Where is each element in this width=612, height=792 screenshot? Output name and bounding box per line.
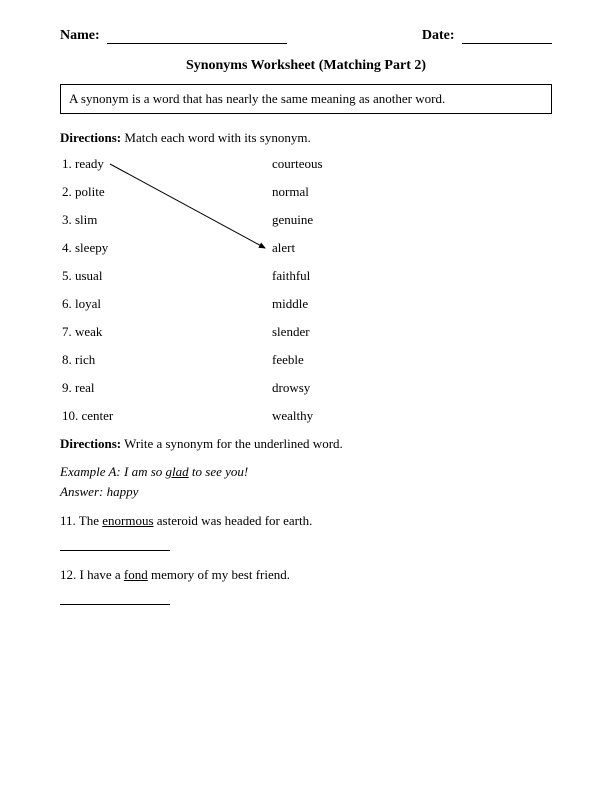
match-row: 5. usualfaithful	[60, 268, 552, 284]
header-row: Name: Date:	[60, 28, 552, 44]
date-input-line[interactable]	[462, 43, 552, 44]
date-label: Date:	[422, 28, 455, 43]
directions-2: Directions: Write a synonym for the unde…	[60, 436, 552, 452]
match-left: 3. slim	[62, 212, 272, 228]
match-right: courteous	[272, 156, 323, 172]
question-12: 12. I have a fond memory of my best frie…	[60, 567, 552, 583]
answer-line-11[interactable]	[60, 537, 170, 551]
q12-post: memory of my best friend.	[148, 567, 290, 582]
directions-1-label: Directions:	[60, 130, 121, 145]
directions-1-text: Match each word with its synonym.	[121, 130, 311, 145]
example-answer: Answer: happy	[60, 482, 552, 502]
match-left: 5. usual	[62, 268, 272, 284]
answer-line-12[interactable]	[60, 591, 170, 605]
q12-pre: 12. I have a	[60, 567, 124, 582]
match-row: 1. readycourteous	[60, 156, 552, 172]
match-left: 4. sleepy	[62, 240, 272, 256]
name-label: Name:	[60, 28, 100, 43]
example-line-1: Example A: I am so glad to see you!	[60, 462, 552, 482]
match-row: 9. realdrowsy	[60, 380, 552, 396]
example-block: Example A: I am so glad to see you! Answ…	[60, 462, 552, 501]
worksheet-title: Synonyms Worksheet (Matching Part 2)	[60, 58, 552, 74]
match-left: 6. loyal	[62, 296, 272, 312]
match-right: alert	[272, 240, 295, 256]
match-right: drowsy	[272, 380, 310, 396]
directions-1: Directions: Match each word with its syn…	[60, 130, 552, 146]
match-right: slender	[272, 324, 310, 340]
match-row: 6. loyalmiddle	[60, 296, 552, 312]
match-row: 7. weakslender	[60, 324, 552, 340]
example-pre: Example A: I am so	[60, 464, 166, 479]
match-row: 8. richfeeble	[60, 352, 552, 368]
q11-post: asteroid was headed for earth.	[154, 513, 313, 528]
match-row: 4. sleepyalert	[60, 240, 552, 256]
match-row: 3. slimgenuine	[60, 212, 552, 228]
definition-box: A synonym is a word that has nearly the …	[60, 84, 552, 114]
match-right: faithful	[272, 268, 310, 284]
match-left: 7. weak	[62, 324, 272, 340]
match-left: 1. ready	[62, 156, 272, 172]
example-post: to see you!	[189, 464, 249, 479]
match-right: middle	[272, 296, 308, 312]
match-left: 2. polite	[62, 184, 272, 200]
match-right: genuine	[272, 212, 313, 228]
q12-underlined: fond	[124, 567, 148, 582]
match-left: 9. real	[62, 380, 272, 396]
match-right: normal	[272, 184, 309, 200]
q11-underlined: enormous	[102, 513, 153, 528]
match-right: feeble	[272, 352, 304, 368]
q11-pre: 11. The	[60, 513, 102, 528]
example-underlined: glad	[166, 464, 189, 479]
name-input-line[interactable]	[107, 43, 287, 44]
directions-2-text: Write a synonym for the underlined word.	[121, 436, 343, 451]
name-field: Name:	[60, 28, 287, 44]
match-row: 10. centerwealthy	[60, 408, 552, 424]
match-left: 10. center	[62, 408, 272, 424]
match-left: 8. rich	[62, 352, 272, 368]
matching-section: 1. readycourteous 2. politenormal 3. sli…	[60, 156, 552, 424]
question-11: 11. The enormous asteroid was headed for…	[60, 513, 552, 529]
match-right: wealthy	[272, 408, 313, 424]
directions-2-label: Directions:	[60, 436, 121, 451]
date-field: Date:	[422, 28, 552, 44]
match-row: 2. politenormal	[60, 184, 552, 200]
